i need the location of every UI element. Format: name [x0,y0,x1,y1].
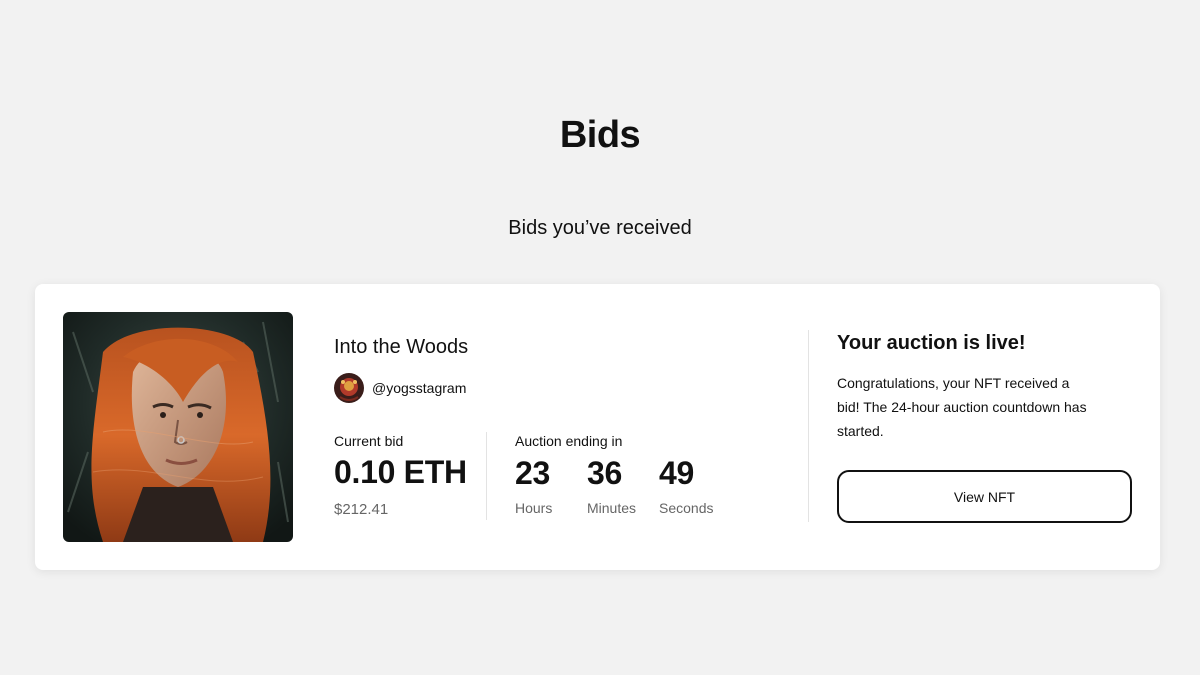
current-bid-value: 0.10 ETH [334,454,467,490]
countdown-minutes-value: 36 [587,455,622,491]
countdown-hours-label: Hours [515,500,553,516]
auction-ending-label: Auction ending in [515,433,623,449]
divider [486,432,487,520]
top-cut-text [0,0,1200,4]
nft-title[interactable]: Into the Woods [334,336,468,359]
bid-card: Into the Woods @yogsstagram Current bid … [35,284,1160,570]
countdown-seconds-label: Seconds [659,500,714,516]
creator-handle: @yogsstagram [372,380,467,396]
section-title: Bids you’ve received [508,217,692,239]
current-bid-label: Current bid [334,433,404,449]
auction-status-title: Your auction is live! [837,332,1026,354]
countdown-minutes: 36 Minutes [587,454,659,516]
countdown-seconds-value: 49 [659,455,694,491]
countdown-minutes-label: Minutes [587,500,637,516]
countdown-hours-value: 23 [515,455,550,491]
divider [808,330,809,522]
creator-avatar [334,373,364,403]
current-bid-usd: $212.41 [334,501,389,518]
countdown-seconds: 49 Seconds [659,454,731,516]
auction-countdown: 23 Hours 36 Minutes 49 Seconds [515,454,731,516]
nft-artwork-image[interactable] [63,312,293,542]
countdown-hours: 23 Hours [515,454,587,516]
creator-link[interactable]: @yogsstagram [334,373,466,403]
auction-status-text: Congratulations, your NFT received a bid… [837,375,1087,439]
page-title: Bids [559,114,641,156]
view-nft-button[interactable]: View NFT [837,470,1132,523]
